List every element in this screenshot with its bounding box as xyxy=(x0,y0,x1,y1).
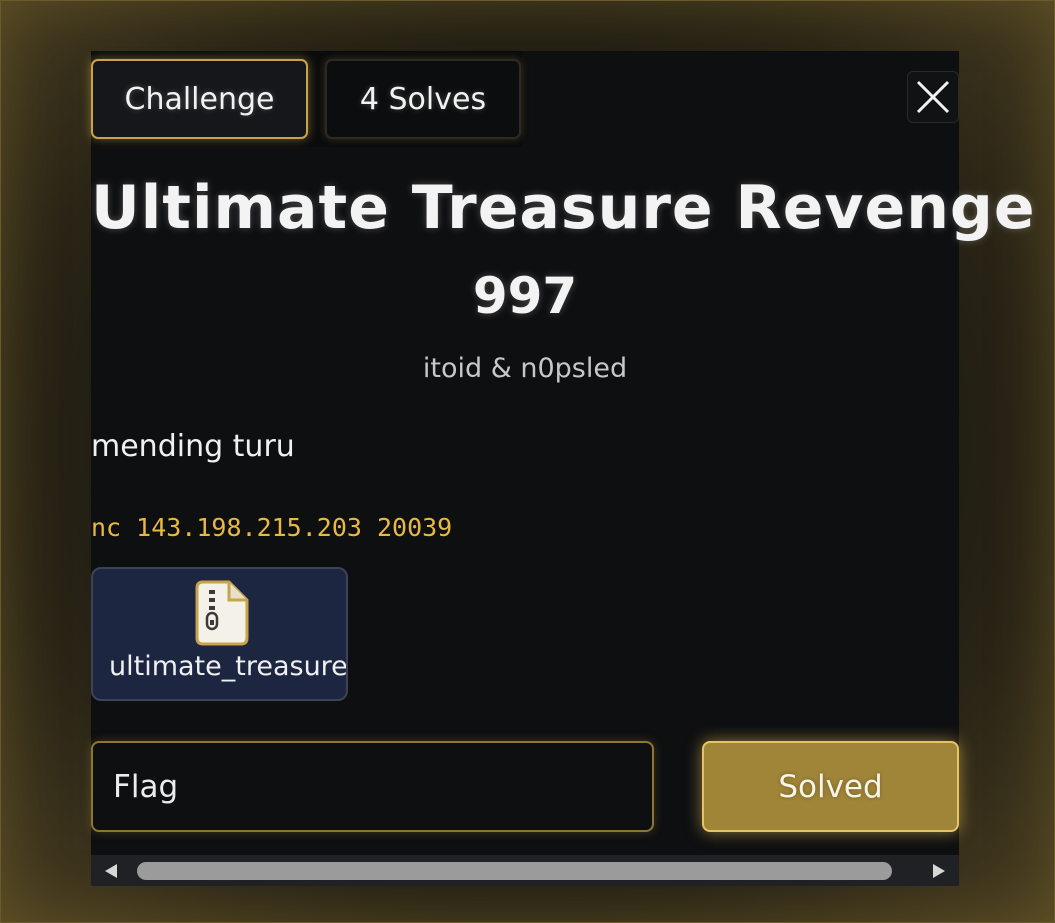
challenge-description: mending turu xyxy=(91,429,295,464)
attachment-file[interactable]: ultimate_treasure_ xyxy=(91,567,348,701)
scrollbar-thumb[interactable] xyxy=(137,862,892,880)
challenge-title: Ultimate Treasure Revenge xyxy=(91,173,1036,243)
flag-input[interactable] xyxy=(91,741,654,832)
solved-button[interactable]: Solved xyxy=(702,741,959,832)
close-button[interactable] xyxy=(907,71,959,123)
scroll-right-button[interactable] xyxy=(919,855,959,886)
horizontal-scrollbar[interactable] xyxy=(91,855,959,886)
tab-solves[interactable]: 4 Solves xyxy=(325,59,521,139)
scroll-left-button[interactable] xyxy=(91,855,131,886)
attachment-filename: ultimate_treasure_ xyxy=(109,651,348,682)
scroll-right-icon xyxy=(933,863,945,878)
challenge-modal: Challenge 4 Solves Ultimate Treasure Rev… xyxy=(0,0,1055,923)
tab-challenge[interactable]: Challenge xyxy=(91,59,308,139)
challenge-points: 997 xyxy=(472,267,578,325)
scroll-left-icon xyxy=(105,863,117,878)
connection-command: nc 143.198.215.203 20039 xyxy=(91,513,453,542)
close-icon xyxy=(916,80,950,114)
zip-file-icon xyxy=(195,580,249,646)
modal-content: Challenge 4 Solves Ultimate Treasure Rev… xyxy=(91,51,1036,886)
challenge-authors: itoid & n0psled xyxy=(422,353,628,384)
